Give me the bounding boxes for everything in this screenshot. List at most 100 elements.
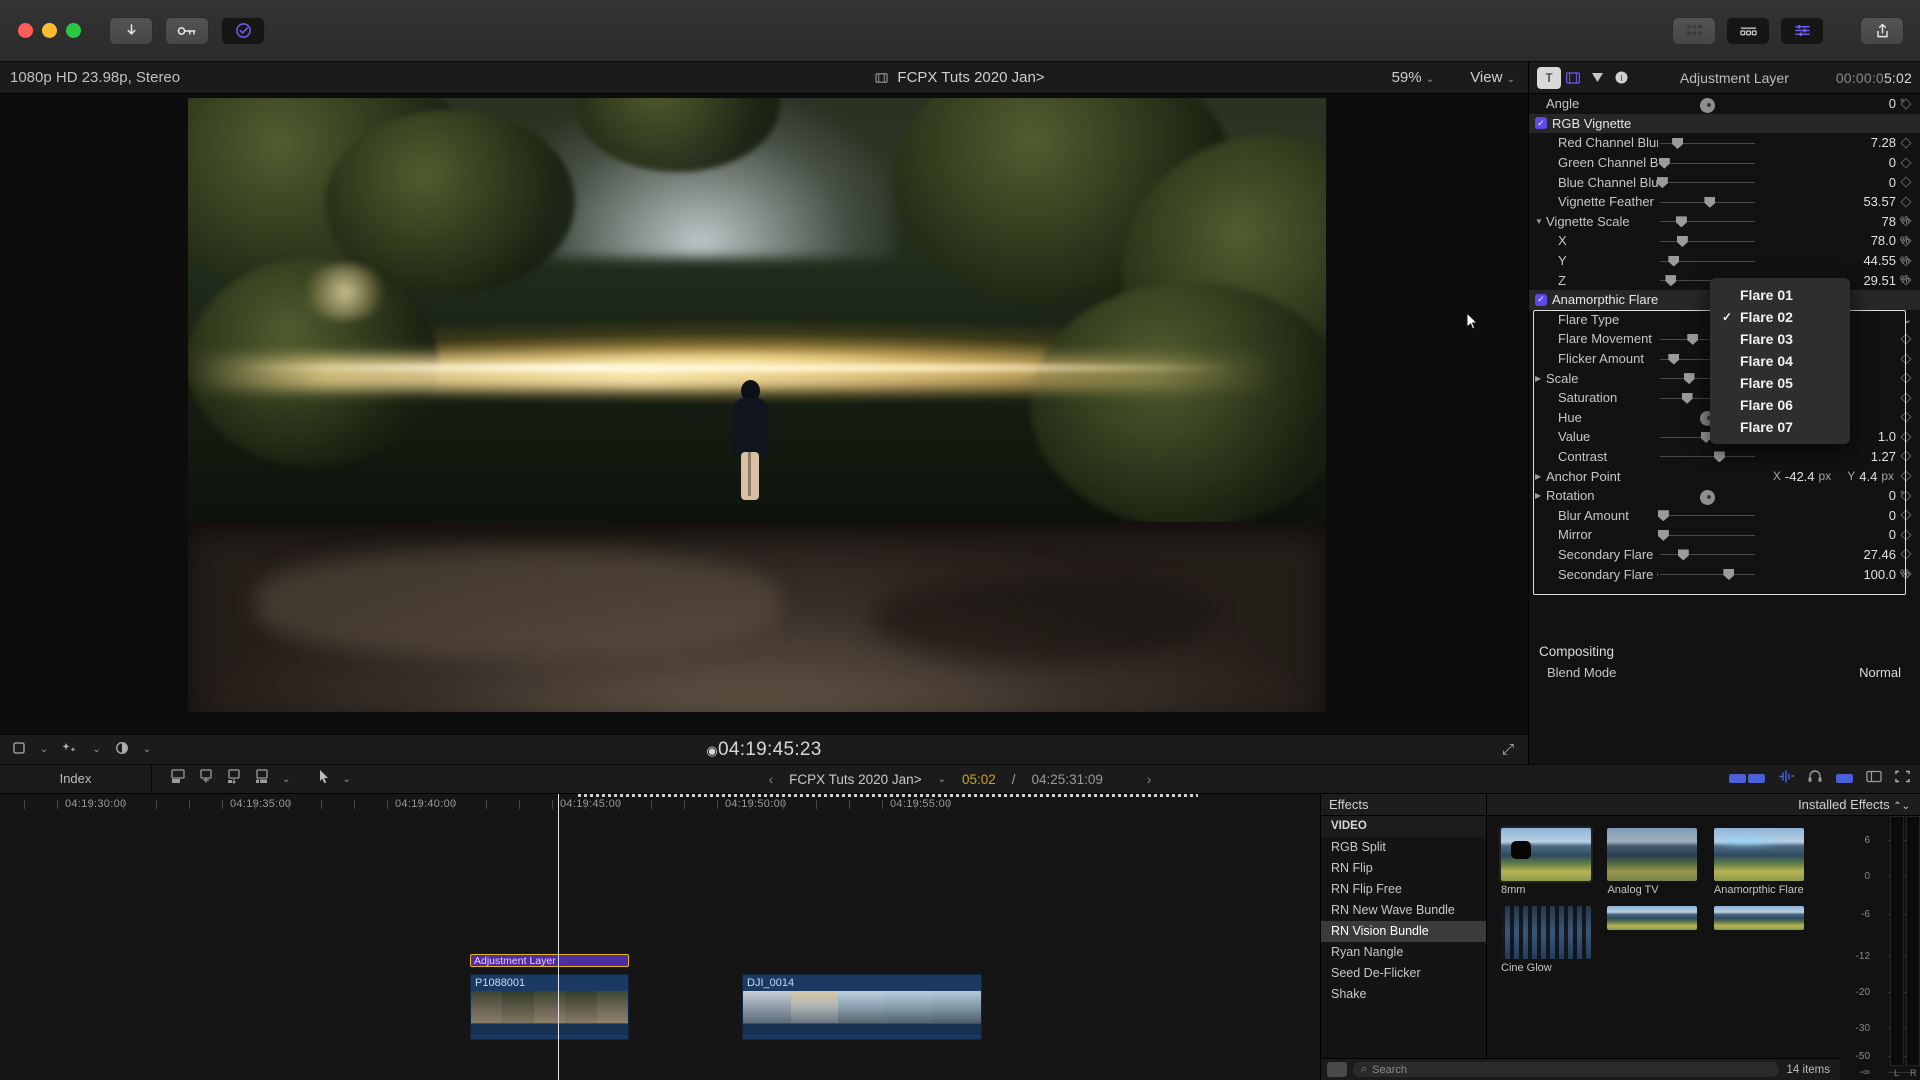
flare-type-dropdown[interactable]: Flare 01 ✓ Flare 02 Flare 03 Flare 04 Flare 0…	[1710, 278, 1850, 444]
previous-icon[interactable]: ‹	[769, 772, 774, 787]
sidebar-toggle-icon[interactable]	[1327, 1062, 1347, 1077]
show-timeline-icon[interactable]	[1726, 16, 1770, 45]
parameter-value[interactable]: 1.27	[1755, 449, 1900, 464]
solo-icon[interactable]	[1807, 770, 1823, 788]
parameter-slider[interactable]	[1660, 235, 1755, 247]
effects-category-item[interactable]: Shake	[1321, 984, 1486, 1005]
parameter-slider[interactable]	[1660, 137, 1755, 149]
inspector-section-row[interactable]: ✓ RGB Vignette	[1529, 113, 1920, 134]
keyframe-button[interactable]	[1900, 156, 1912, 169]
disclosure-triangle-icon[interactable]: ▶	[1535, 472, 1545, 481]
dropdown-option[interactable]: Flare 01	[1710, 284, 1850, 306]
effects-category-item[interactable]: Seed De-Flicker	[1321, 963, 1486, 984]
parameter-slider[interactable]	[1660, 255, 1755, 267]
window-controls[interactable]	[18, 23, 81, 38]
parameter-dial[interactable]	[1660, 97, 1755, 113]
zoom-level-button[interactable]: 59% ⌄	[1392, 69, 1435, 86]
parameter-slider[interactable]	[1660, 215, 1755, 228]
dropdown-option[interactable]: ✓ Flare 02	[1710, 306, 1850, 328]
keyframe-button[interactable]	[1900, 137, 1912, 149]
inspector-parameter-row[interactable]: ▶Blue Channel Blur0	[1529, 172, 1920, 192]
effects-category-item[interactable]: RN Flip	[1321, 858, 1486, 879]
parameter-value[interactable]: 53.57	[1755, 194, 1900, 209]
effects-category-item[interactable]: RN New Wave Bundle	[1321, 900, 1486, 921]
parameter-slider[interactable]	[1657, 509, 1755, 522]
effect-enable-checkbox[interactable]: ✓	[1535, 293, 1547, 306]
minimize-window-button[interactable]	[42, 23, 57, 38]
view-menu-button[interactable]: View ⌄	[1470, 69, 1515, 86]
parameter-value[interactable]: 0	[1755, 175, 1900, 190]
effects-category-item[interactable]: RN Vision Bundle	[1321, 921, 1486, 942]
inspector-parameter-row[interactable]: ▼ Vignette Scale 78%	[1529, 212, 1920, 232]
effect-thumbnail[interactable]	[1713, 828, 1804, 881]
dropdown-option[interactable]: Flare 04	[1710, 350, 1850, 372]
keyframe-button[interactable]	[1900, 352, 1912, 365]
parameter-value[interactable]: 27.46	[1755, 547, 1900, 562]
color-mask-icon[interactable]	[221, 16, 265, 45]
keyframe-button[interactable]	[1900, 529, 1912, 541]
keyword-icon[interactable]	[165, 16, 209, 45]
dropdown-option[interactable]: Flare 06	[1710, 394, 1850, 416]
y-value[interactable]: 4.4	[1859, 469, 1877, 484]
effect-thumbnail[interactable]	[1607, 906, 1698, 930]
effect-thumbnail[interactable]	[1501, 906, 1591, 959]
effects-category-item[interactable]: RN Flip Free	[1321, 879, 1486, 900]
show-inspector-icon[interactable]	[1780, 16, 1824, 45]
chevron-down-icon[interactable]: ⌄	[1903, 313, 1912, 326]
show-browser-icon[interactable]	[1672, 16, 1716, 45]
inspector-parameter-row[interactable]: ▶X78.0%	[1529, 231, 1920, 251]
next-icon[interactable]: ›	[1147, 772, 1152, 787]
video-inspector-tab[interactable]	[1561, 67, 1585, 89]
fullscreen-timeline-icon[interactable]	[1895, 770, 1910, 788]
effect-thumbnail[interactable]	[1607, 828, 1698, 881]
x-value[interactable]: -42.4	[1785, 469, 1815, 484]
effects-category-list[interactable]: VIDEO RGB Split RN Flip RN Flip Free RN New …	[1321, 816, 1487, 1058]
inspector-parameter-row[interactable]: ▶Vignette Feather53.57	[1529, 192, 1920, 212]
viewer-canvas[interactable]	[188, 98, 1326, 712]
installed-effects-selector[interactable]: Installed Effects ⌃⌄	[1487, 797, 1920, 812]
effect-thumbnail[interactable]	[1499, 826, 1593, 883]
effects-category-item[interactable]: RGB Split	[1321, 837, 1486, 858]
keyframe-button[interactable]	[1900, 372, 1912, 384]
parameter-slider[interactable]	[1660, 450, 1755, 463]
effect-item[interactable]: Analog TV	[1607, 828, 1698, 896]
keyframe-button[interactable]	[1900, 548, 1912, 561]
parameter-slider[interactable]	[1657, 529, 1755, 541]
dropdown-option[interactable]: Flare 05	[1710, 372, 1850, 394]
parameter-value[interactable]: 44.55	[1755, 253, 1900, 268]
inspector-parameter-row[interactable]: ▶Contrast1.27	[1529, 447, 1920, 467]
blend-mode-value[interactable]: Normal	[1647, 665, 1920, 680]
parameter-slider[interactable]	[1656, 176, 1755, 189]
snapping-icon[interactable]	[1836, 770, 1853, 788]
parameter-value[interactable]: 78.0	[1755, 233, 1900, 248]
import-media-icon[interactable]	[109, 16, 153, 45]
text-inspector-tab[interactable]: T	[1537, 66, 1561, 89]
effect-item[interactable]: Cine Glow	[1501, 906, 1591, 974]
keyframe-button[interactable]	[1900, 333, 1912, 345]
disclosure-triangle-icon[interactable]: ▶	[1535, 491, 1545, 500]
effect-enable-checkbox[interactable]: ✓	[1535, 117, 1547, 130]
effects-category-item[interactable]: Ryan Nangle	[1321, 942, 1486, 963]
parameter-slider[interactable]	[1660, 548, 1755, 561]
timeline-clip[interactable]: P1088001	[470, 974, 629, 1040]
timeline-ruler[interactable]: 04:19:30:00 04:19:35:00 04:19:40:00 04:19:4…	[0, 794, 1320, 816]
timeline-project-name[interactable]: FCPX Tuts 2020 Jan>	[789, 772, 921, 787]
inspector-parameter-row[interactable]: ▶ Anchor Point X -42.4 px Y 4.4 px	[1529, 466, 1920, 486]
timeline-playhead[interactable]	[558, 794, 559, 1080]
parameter-value[interactable]: 7.28	[1755, 135, 1900, 150]
inspector-parameter-row[interactable]: ▶Mirror0	[1529, 525, 1920, 545]
inspector-parameter-row[interactable]: ▶ Rotation 0 °	[1529, 486, 1920, 506]
search-input[interactable]: ⌕ Search	[1353, 1062, 1779, 1077]
keyframe-button[interactable]	[1900, 392, 1912, 404]
parameter-value[interactable]: 0	[1755, 155, 1900, 170]
parameter-slider[interactable]	[1658, 157, 1755, 169]
audio-meters[interactable]: 6 0 -6 -12 -20 -30 -50 -∞ L R	[1840, 816, 1920, 1080]
parameter-value[interactable]: 0	[1755, 508, 1900, 523]
effect-item[interactable]	[1713, 906, 1804, 930]
inspector-parameter-row[interactable]: ▶Red Channel Blur7.28	[1529, 133, 1920, 153]
keyframe-button[interactable]	[1900, 411, 1912, 423]
chevron-down-icon[interactable]: ⌄	[938, 774, 946, 785]
keyframe-button[interactable]	[1900, 450, 1912, 463]
dropdown-option[interactable]: Flare 03	[1710, 328, 1850, 350]
effect-item[interactable]: Anamorpthic Flare	[1713, 828, 1804, 896]
